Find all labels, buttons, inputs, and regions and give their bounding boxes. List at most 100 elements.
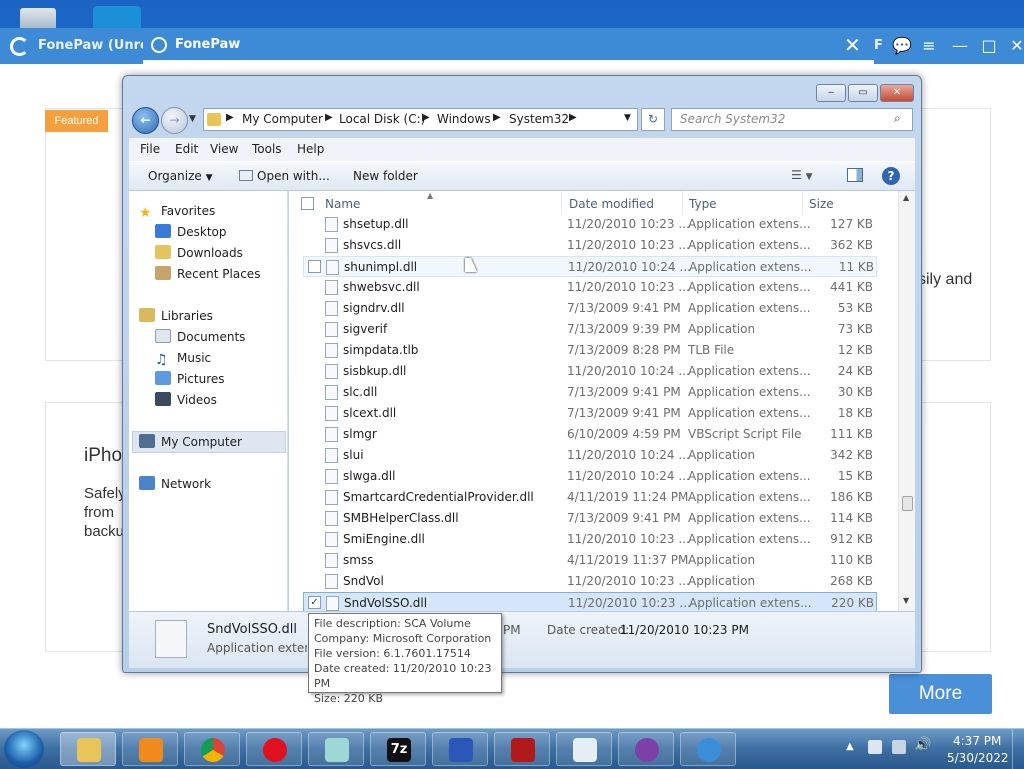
- action-center-icon[interactable]: [868, 740, 882, 754]
- breadcrumb-separator-icon[interactable]: ▶: [325, 112, 333, 123]
- file-row[interactable]: SmartcardCredentialProvider.dll 4/11/2019…: [303, 487, 877, 508]
- file-row[interactable]: simpdata.tlb 7/13/2009 8:28 PM TLB File 12 …: [303, 340, 877, 361]
- select-all-checkbox[interactable]: [301, 197, 314, 210]
- forward-button[interactable]: →: [161, 107, 188, 134]
- explorer-minimize-button[interactable]: ‒: [816, 84, 846, 102]
- taskbar-rar[interactable]: [494, 732, 550, 766]
- nav-my-computer[interactable]: My Computer: [139, 432, 242, 452]
- breadcrumb-separator-icon[interactable]: ▶: [226, 112, 234, 123]
- taskbar-explorer[interactable]: [60, 732, 116, 766]
- refresh-icon[interactable]: ↻: [641, 108, 665, 131]
- column-date-modified[interactable]: Date modified: [569, 194, 654, 214]
- file-row[interactable]: ✓ SndVolSSO.dll 11/20/2010 10:23 ... Applic…: [303, 592, 877, 613]
- file-row[interactable]: signdrv.dll 7/13/2009 9:41 PM Application …: [303, 298, 877, 319]
- new-folder-button[interactable]: New folder: [353, 169, 418, 183]
- column-name[interactable]: Name: [325, 194, 360, 214]
- file-row[interactable]: slmgr 6/10/2009 4:59 PM VBScript Script Fi…: [303, 424, 877, 445]
- vertical-scrollbar[interactable]: ▲ ▼: [898, 191, 915, 611]
- taskbar-info-tool[interactable]: [432, 732, 488, 766]
- file-row[interactable]: smss 4/11/2019 11:37 PM Application 110 KB: [303, 550, 877, 571]
- breadcrumb-separator-icon[interactable]: ▶: [493, 112, 501, 123]
- maximize-icon[interactable]: □: [977, 34, 1001, 58]
- file-row[interactable]: shsvcs.dll 11/20/2010 10:23 ... Applicatio…: [303, 235, 877, 256]
- clock-date[interactable]: 5/30/2022: [947, 751, 1009, 765]
- scrollbar-thumb[interactable]: [902, 496, 913, 511]
- breadcrumb-separator-icon[interactable]: ▶: [569, 112, 577, 123]
- nav-libraries[interactable]: Libraries: [139, 306, 213, 326]
- recent-pages-dropdown-icon[interactable]: ▼: [189, 114, 196, 124]
- scroll-down-icon[interactable]: ▼: [903, 596, 909, 605]
- breadcrumb-local-disk[interactable]: Local Disk (C:): [339, 112, 425, 126]
- menu-view[interactable]: View: [210, 142, 238, 156]
- show-desktop-button[interactable]: [1012, 729, 1024, 769]
- breadcrumb-my-computer[interactable]: My Computer: [242, 112, 323, 126]
- organize-button[interactable]: Organize ▼: [148, 169, 213, 183]
- search-input[interactable]: Search System32 ⌕: [671, 108, 913, 131]
- file-row[interactable]: SmiEngine.dll 11/20/2010 10:23 ... Applica…: [303, 529, 877, 550]
- file-row[interactable]: SMBHelperClass.dll 7/13/2009 9:41 PM Appli…: [303, 508, 877, 529]
- volume-icon[interactable]: 🔊: [914, 737, 931, 753]
- file-row[interactable]: shwebsvc.dll 11/20/2010 10:23 ... Applicat…: [303, 277, 877, 298]
- nav-music[interactable]: ♫ Music: [155, 348, 211, 368]
- column-divider[interactable]: [561, 191, 562, 215]
- menu-file[interactable]: File: [140, 142, 160, 156]
- taskbar-opera[interactable]: [246, 732, 302, 766]
- breadcrumb-windows[interactable]: Windows: [437, 112, 491, 126]
- dialog-close-icon[interactable]: ✕: [844, 33, 861, 57]
- explorer-maximize-button[interactable]: ▭: [848, 84, 878, 102]
- taskbar-notepad[interactable]: [308, 732, 364, 766]
- file-row[interactable]: shunimpl.dll 11/20/2010 10:24 ... Applicat…: [303, 256, 877, 277]
- search-icon[interactable]: ⌕: [894, 111, 901, 126]
- taskbar-document-viewer[interactable]: [556, 732, 612, 766]
- file-row[interactable]: sisbkup.dll 11/20/2010 10:24 ... Applicati…: [303, 361, 877, 382]
- taskbar-tor[interactable]: [618, 732, 674, 766]
- row-checkbox[interactable]: [308, 260, 321, 273]
- menu-tools[interactable]: Tools: [252, 142, 282, 156]
- open-with-button[interactable]: Open with...: [239, 169, 330, 183]
- taskbar-chrome[interactable]: [184, 732, 240, 766]
- file-row[interactable]: slcext.dll 7/13/2009 9:41 PM Application e…: [303, 403, 877, 424]
- column-type[interactable]: Type: [689, 194, 717, 214]
- address-bar[interactable]: ▶ My Computer ▶ Local Disk (C:) ▶ Window…: [203, 108, 638, 131]
- preview-pane-icon[interactable]: [847, 168, 863, 182]
- menu-edit[interactable]: Edit: [175, 142, 198, 156]
- more-button[interactable]: More: [889, 674, 992, 714]
- breadcrumb-separator-icon[interactable]: ▶: [422, 112, 430, 123]
- start-button[interactable]: [4, 730, 44, 768]
- column-divider[interactable]: [682, 191, 683, 215]
- file-row[interactable]: SndVol 11/20/2010 10:23 ... Application 268…: [303, 571, 877, 592]
- nav-downloads[interactable]: Downloads: [155, 243, 243, 263]
- file-row[interactable]: shsetup.dll 11/20/2010 10:23 ... Applicati…: [303, 214, 877, 235]
- view-options-icon[interactable]: ☰ ▼: [791, 168, 813, 182]
- file-row[interactable]: slwga.dll 11/20/2010 10:24 ... Application…: [303, 466, 877, 487]
- scroll-up-icon[interactable]: ▲: [903, 193, 909, 202]
- taskbar-media-player[interactable]: [122, 732, 178, 766]
- minimize-icon[interactable]: —: [948, 34, 972, 58]
- clock-time[interactable]: 4:37 PM: [953, 734, 1001, 748]
- row-checkbox-checked[interactable]: ✓: [308, 596, 321, 609]
- nav-pictures[interactable]: Pictures: [155, 369, 225, 389]
- nav-videos[interactable]: Videos: [155, 390, 217, 410]
- nav-favorites[interactable]: ★ Favorites: [139, 201, 215, 221]
- breadcrumb-system32[interactable]: System32: [509, 112, 569, 126]
- back-button[interactable]: ←: [132, 107, 159, 134]
- chat-icon[interactable]: 💬: [890, 34, 914, 58]
- taskbar-fonepaw[interactable]: [680, 732, 736, 766]
- nav-recent-places[interactable]: Recent Places: [155, 264, 260, 284]
- menu-help[interactable]: Help: [297, 142, 324, 156]
- file-row[interactable]: slui 11/20/2010 10:24 ... Application 342 K…: [303, 445, 877, 466]
- file-row[interactable]: slc.dll 7/13/2009 9:41 PM Application exte…: [303, 382, 877, 403]
- help-icon[interactable]: ?: [882, 167, 900, 185]
- nav-network[interactable]: Network: [139, 474, 211, 494]
- column-divider[interactable]: [802, 191, 803, 215]
- address-dropdown-icon[interactable]: ▼: [624, 113, 631, 123]
- explorer-close-button[interactable]: ✕: [880, 84, 914, 102]
- close-icon[interactable]: ✕: [1005, 34, 1024, 58]
- taskbar-7zip[interactable]: 7z: [370, 732, 426, 766]
- nav-desktop[interactable]: Desktop: [155, 222, 227, 242]
- column-size[interactable]: Size: [809, 194, 834, 214]
- nav-documents[interactable]: Documents: [155, 327, 245, 347]
- file-row[interactable]: sigverif 7/13/2009 9:39 PM Application 73 K…: [303, 319, 877, 340]
- show-hidden-icons-icon[interactable]: ▲: [846, 741, 854, 752]
- network-tray-icon[interactable]: [892, 740, 906, 754]
